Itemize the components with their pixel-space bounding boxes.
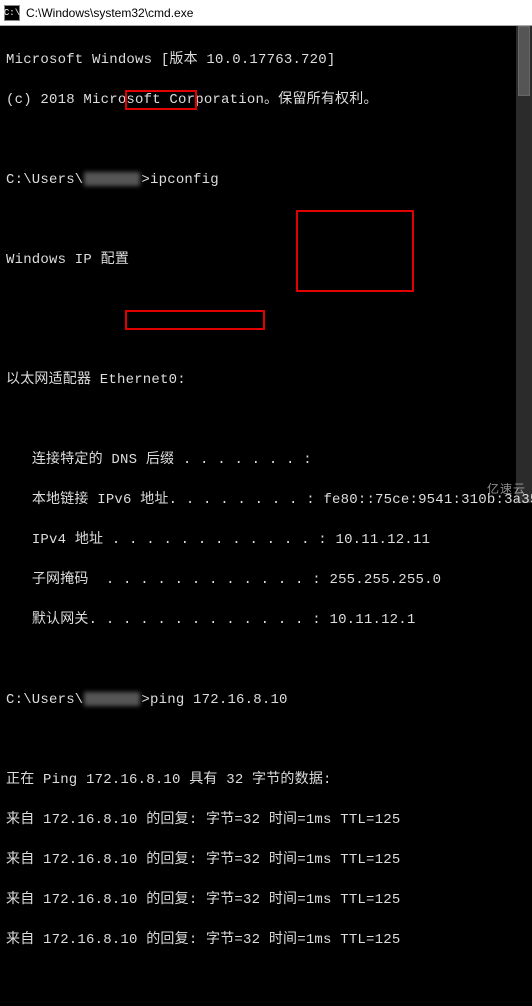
copyright-line: (c) 2018 Microsoft Corporation。保留所有权利。 bbox=[6, 90, 526, 110]
adapter-row: 子网掩码 . . . . . . . . . . . . : 255.255.2… bbox=[6, 570, 526, 590]
terminal-output[interactable]: Microsoft Windows [版本 10.0.17763.720] (c… bbox=[0, 26, 532, 1006]
command-ipconfig: ipconfig bbox=[150, 172, 219, 188]
adapter-row: 本地链接 IPv6 地址. . . . . . . . : fe80::75ce… bbox=[6, 490, 526, 510]
window-titlebar[interactable]: C:\ C:\Windows\system32\cmd.exe bbox=[0, 0, 532, 26]
ping-reply: 来自 172.16.8.10 的回复: 字节=32 时间=1ms TTL=125 bbox=[6, 850, 526, 870]
ipv4-value: 10.11.12.11 bbox=[335, 532, 430, 548]
adapter-row: 默认网关. . . . . . . . . . . . . : 10.11.12… bbox=[6, 610, 526, 630]
prompt-line-2: C:\Users\>ping 172.16.8.10 bbox=[6, 690, 526, 710]
redacted-username bbox=[84, 692, 140, 706]
ping-reply: 来自 172.16.8.10 的回复: 字节=32 时间=1ms TTL=125 bbox=[6, 930, 526, 950]
highlight-ping-box bbox=[125, 310, 265, 330]
subnet-value: 255.255.255.0 bbox=[329, 572, 441, 588]
ping-reply: 来自 172.16.8.10 的回复: 字节=32 时间=1ms TTL=125 bbox=[6, 810, 526, 830]
ip-config-header: Windows IP 配置 bbox=[6, 250, 526, 270]
cmd-icon: C:\ bbox=[4, 5, 20, 21]
adapter-header: 以太网适配器 Ethernet0: bbox=[6, 370, 526, 390]
watermark-text: 亿速云 bbox=[487, 480, 526, 497]
command-ping: ping 172.16.8.10 bbox=[150, 692, 288, 708]
ping-reply: 来自 172.16.8.10 的回复: 字节=32 时间=1ms TTL=125 bbox=[6, 890, 526, 910]
ping-header: 正在 Ping 172.16.8.10 具有 32 字节的数据: bbox=[6, 770, 526, 790]
prompt-line-1: C:\Users\>ipconfig bbox=[6, 170, 526, 190]
adapter-row: 连接特定的 DNS 后缀 . . . . . . . : bbox=[6, 450, 526, 470]
window-title: C:\Windows\system32\cmd.exe bbox=[26, 6, 193, 20]
adapter-row: IPv4 地址 . . . . . . . . . . . . : 10.11.… bbox=[6, 530, 526, 550]
redacted-username bbox=[84, 172, 140, 186]
gateway-value: 10.11.12.1 bbox=[329, 612, 415, 628]
version-line: Microsoft Windows [版本 10.0.17763.720] bbox=[6, 50, 526, 70]
